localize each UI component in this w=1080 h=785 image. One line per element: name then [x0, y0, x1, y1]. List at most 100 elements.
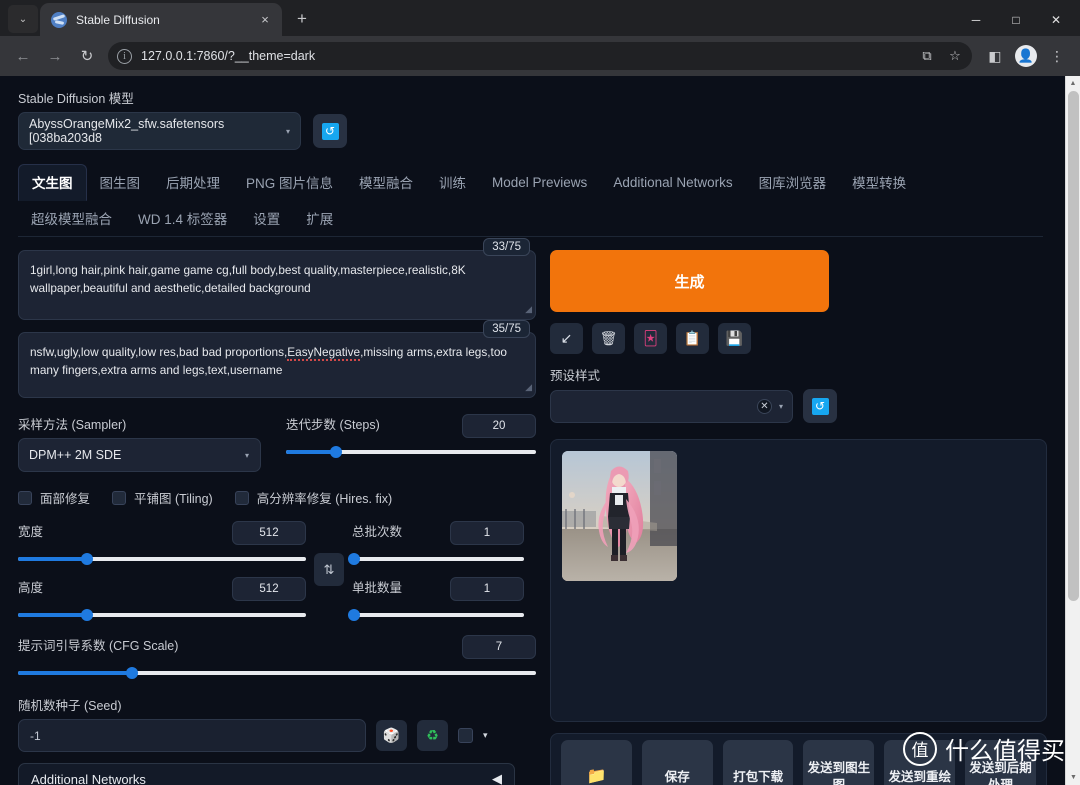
slider-thumb[interactable]: [347, 609, 360, 621]
sampler-dropdown[interactable]: DPM++ 2M SDE ▾: [18, 438, 261, 472]
checkbox-hires-fix[interactable]: 高分辨率修复 (Hires. fix): [234, 488, 392, 507]
tab-wd-tagger[interactable]: WD 1.4 标签器: [125, 201, 240, 236]
tab-txt2img[interactable]: 文生图: [18, 164, 87, 201]
tab-additional-networks[interactable]: Additional Networks: [600, 168, 745, 198]
arrow-down-left-icon-button[interactable]: ↙: [550, 323, 583, 354]
watermark-logo: 值: [903, 731, 937, 766]
cfg-value-input[interactable]: 7: [462, 635, 536, 659]
checkbox-icon[interactable]: [18, 490, 32, 505]
seed-input[interactable]: -1: [18, 719, 366, 752]
width-value-input[interactable]: 512: [232, 521, 306, 545]
checkbox-restore-faces[interactable]: 面部修复: [18, 488, 90, 507]
additional-networks-accordion[interactable]: Additional Networks ◀: [18, 763, 515, 785]
slider-thumb[interactable]: [347, 553, 360, 565]
forward-icon[interactable]: →: [40, 41, 70, 71]
batch-size-value-input[interactable]: 1: [450, 577, 524, 601]
slider-thumb[interactable]: [81, 553, 94, 565]
browser-tab[interactable]: Stable Diffusion ×: [40, 3, 282, 36]
negative-token-counter: 35/75: [483, 320, 530, 338]
negative-prompt-input[interactable]: nsfw,ugly,low quality,low res,bad bad pr…: [18, 332, 536, 398]
close-window-icon[interactable]: ✕: [1036, 4, 1076, 36]
extra-seed-checkbox[interactable]: [458, 728, 473, 743]
clipboard-icon: 📋: [683, 330, 702, 346]
height-slider[interactable]: [18, 607, 306, 623]
refresh-styles-button[interactable]: ↺: [803, 389, 837, 423]
page-scrollbar[interactable]: ▲ ▼: [1065, 76, 1080, 785]
address-bar[interactable]: i 127.0.0.1:7860/?__theme=dark ⧉ ☆: [108, 42, 972, 70]
tab-extras[interactable]: 后期处理: [153, 165, 233, 200]
batch-group: 总批次数 1 单批数量 1: [347, 521, 524, 623]
tab-train[interactable]: 训练: [426, 165, 479, 200]
tab-super-merger[interactable]: 超级模型融合: [18, 201, 125, 236]
random-seed-button[interactable]: 🎲: [376, 720, 407, 751]
show-extra-networks-button[interactable]: 🃏: [634, 323, 667, 354]
styles-label: 预设样式: [550, 369, 601, 383]
clear-prompt-button[interactable]: 🗑: [592, 323, 625, 354]
browser-menu-icon[interactable]: ⋮: [1042, 41, 1072, 71]
tab-img2img[interactable]: 图生图: [87, 165, 154, 200]
cfg-slider[interactable]: [18, 665, 536, 681]
bookmark-star-icon[interactable]: ☆: [942, 43, 968, 69]
zip-download-button[interactable]: 打包下载: [722, 740, 794, 785]
model-dropdown[interactable]: AbyssOrangeMix2_sfw.safetensors [038ba20…: [18, 112, 301, 150]
side-panel-icon[interactable]: ◧: [980, 41, 1010, 71]
tab-checkpoint-merger[interactable]: 模型融合: [346, 165, 426, 200]
new-tab-button[interactable]: +: [288, 5, 316, 33]
tab-settings[interactable]: 设置: [240, 201, 293, 236]
apply-style-button[interactable]: 📋: [676, 323, 709, 354]
slider-thumb[interactable]: [81, 609, 94, 621]
slider-thumb[interactable]: [330, 446, 342, 458]
tab-extensions[interactable]: 扩展: [293, 201, 346, 236]
height-value-input[interactable]: 512: [232, 577, 306, 601]
output-gallery[interactable]: [550, 439, 1047, 722]
tab-model-previews[interactable]: Model Previews: [479, 168, 600, 198]
site-info-icon[interactable]: i: [117, 48, 132, 64]
batch-count-value-input[interactable]: 1: [450, 521, 524, 545]
profile-avatar[interactable]: 👤: [1011, 41, 1041, 71]
batch-size-slider[interactable]: [347, 607, 524, 623]
batch-count-head: 总批次数 1: [352, 521, 524, 545]
generated-image-thumbnail[interactable]: [562, 451, 677, 581]
open-folder-button[interactable]: 📁: [561, 740, 632, 785]
chevron-down-icon: ▾: [285, 126, 290, 136]
reload-icon[interactable]: ↻: [72, 41, 102, 71]
scroll-up-icon[interactable]: ▲: [1066, 76, 1080, 91]
checkbox-tiling[interactable]: 平铺图 (Tiling): [112, 488, 213, 507]
save-button[interactable]: 保存: [641, 740, 713, 785]
browser-window: ⌄ Stable Diffusion × + ─ □ ✕ ← → ↻ i 127…: [0, 0, 1080, 785]
width-slider[interactable]: [18, 551, 306, 567]
checkbox-icon[interactable]: [112, 490, 127, 505]
scroll-down-icon[interactable]: ▼: [1066, 770, 1080, 785]
resize-handle-icon[interactable]: ◢: [525, 381, 532, 395]
close-icon[interactable]: ✕: [756, 398, 772, 414]
maximize-icon[interactable]: □: [996, 4, 1036, 36]
slider-thumb[interactable]: [125, 667, 138, 679]
checkbox-icon[interactable]: [234, 490, 249, 505]
chevron-down-icon[interactable]: ▾: [483, 730, 488, 741]
translate-icon[interactable]: ⧉: [914, 43, 940, 69]
tab-png-info[interactable]: PNG 图片信息: [233, 165, 346, 200]
refresh-models-button[interactable]: ↺: [313, 114, 347, 148]
close-icon[interactable]: ×: [256, 11, 274, 29]
batch-count-slider[interactable]: [347, 551, 524, 567]
save-style-button[interactable]: 💾: [718, 323, 751, 354]
width-label: 宽度: [18, 525, 44, 539]
tab-search-button[interactable]: ⌄: [8, 5, 38, 33]
minimize-icon[interactable]: ─: [956, 4, 996, 36]
send-to-img2img-button[interactable]: 发送到图生图: [803, 740, 875, 785]
steps-slider[interactable]: [286, 444, 536, 460]
reuse-seed-button[interactable]: ♻: [417, 720, 448, 751]
tab-gallery-browser[interactable]: 图库浏览器: [746, 165, 840, 200]
styles-dropdown[interactable]: ✕ ▾: [550, 389, 793, 423]
resize-handle-icon[interactable]: ◢: [525, 303, 532, 317]
back-icon[interactable]: ←: [8, 41, 38, 71]
scrollbar-thumb[interactable]: [1068, 91, 1079, 601]
generate-button[interactable]: 生成: [550, 250, 829, 312]
steps-value-input[interactable]: 20: [462, 414, 536, 438]
positive-prompt-input[interactable]: 1girl,long hair,pink hair,game game cg,f…: [18, 250, 536, 320]
slider-fill: [18, 557, 88, 561]
toolbar-right-actions: ◧ 👤 ⋮: [980, 41, 1072, 71]
swap-dimensions-button[interactable]: ⇅: [314, 553, 344, 586]
additional-networks-label: Additional Networks: [31, 771, 146, 785]
tab-model-converter[interactable]: 模型转换: [839, 165, 919, 200]
